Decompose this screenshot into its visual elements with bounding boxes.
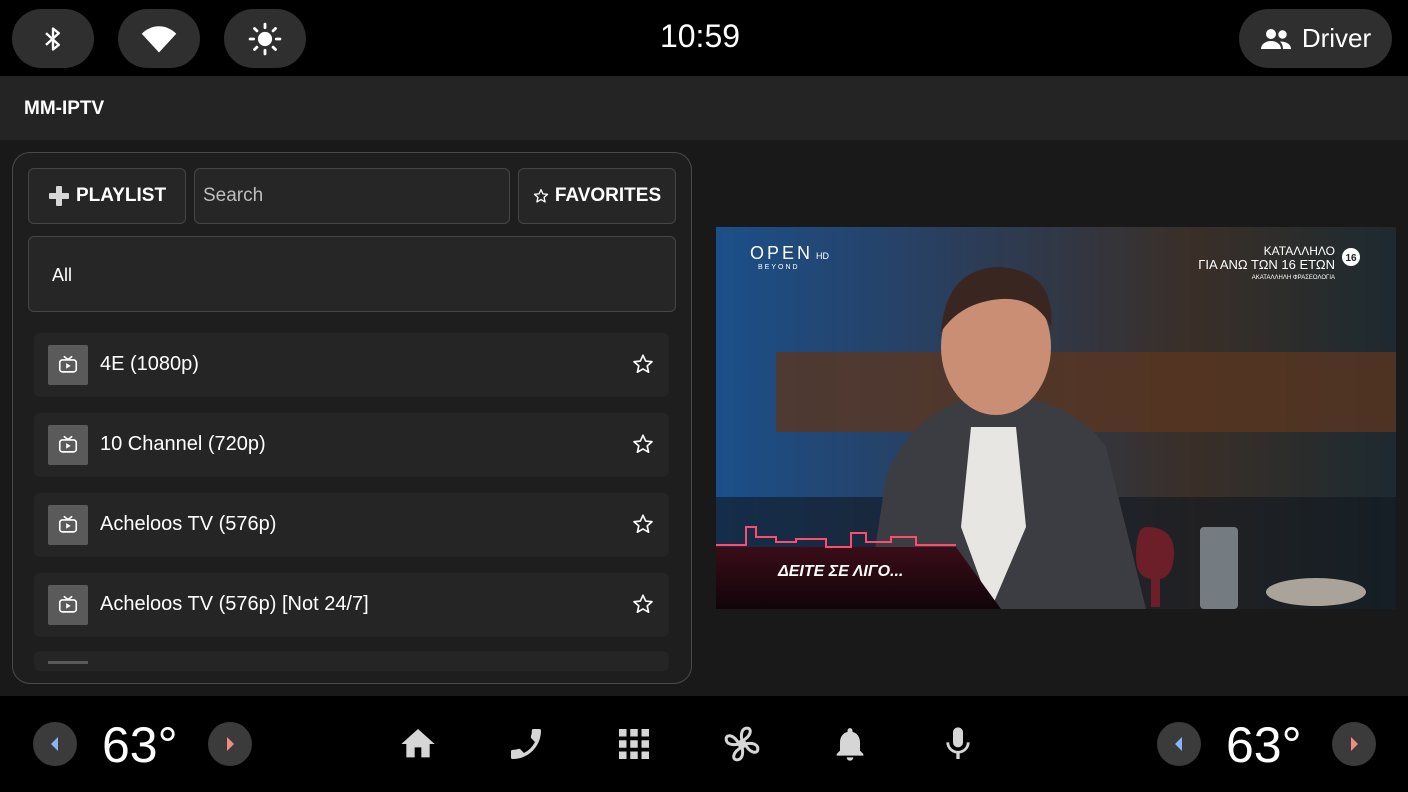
profile-label: Driver [1301, 23, 1372, 53]
apps-grid-icon [619, 729, 649, 759]
bluetooth-button[interactable] [12, 9, 94, 68]
tv-icon [48, 505, 88, 545]
left-temp-down-button[interactable] [33, 722, 77, 766]
right-temperature: 63° [1226, 717, 1302, 773]
tv-icon [48, 425, 88, 465]
chevron-left-icon [51, 737, 58, 751]
wifi-icon [141, 25, 177, 52]
app-bar: MM-IPTV [0, 76, 1408, 140]
right-temp-down-button[interactable] [1157, 722, 1201, 766]
rating-line-2: ΓΙΑ ΑΝΩ ΤΩΝ 16 ΕΤΩΝ [1198, 257, 1335, 272]
notifications-button[interactable] [830, 724, 870, 769]
bell-icon [836, 728, 864, 761]
rating-badge: 16 [1345, 253, 1357, 264]
favorite-star-icon[interactable] [632, 353, 654, 380]
search-input[interactable] [194, 168, 510, 224]
channel-name: Acheloos TV (576p) [100, 513, 277, 535]
phone-icon [511, 729, 541, 759]
tv-icon [48, 345, 88, 385]
brightness-icon [248, 22, 282, 55]
tv-icon [48, 585, 88, 625]
rating-line-1: ΚΑΤΑΛΛΗΛΟ [1264, 244, 1335, 258]
app-title: MM-IPTV [24, 98, 105, 119]
channel-panel: PLAYLIST FAVORITES All 4E (1080p) 10 Chan… [12, 152, 692, 684]
clock: 10:59 [659, 18, 741, 54]
favorites-button[interactable]: FAVORITES [518, 168, 676, 224]
profile-button[interactable]: Driver [1239, 9, 1392, 68]
status-bar: 10:59 Driver [0, 0, 1408, 76]
screen: 10:59 Driver MM-IPTV PLAYLIST FAVORITES [0, 0, 1408, 792]
list-item[interactable]: Acheloos TV (576p) [34, 493, 669, 557]
chevron-left-icon [1175, 737, 1182, 751]
favorite-star-icon[interactable] [632, 513, 654, 540]
add-playlist-button[interactable]: PLAYLIST [28, 168, 186, 224]
star-icon [533, 189, 549, 203]
channel-logo-text: OPEN [750, 243, 813, 263]
favorite-star-icon[interactable] [632, 433, 654, 460]
video-frame: ΔΕΙΤΕ ΣΕ ΛΙΓΟ... OPEN HD BEYOND ΚΑΤΑΛΛΗΛ… [716, 227, 1396, 609]
system-nav-bar: 63° 63° [0, 696, 1408, 792]
people-icon [1260, 28, 1291, 49]
list-item[interactable]: Acheloos TV (576p) [Not 24/7] [34, 573, 669, 637]
chevron-right-icon [227, 737, 234, 751]
bluetooth-icon [45, 26, 60, 51]
list-item[interactable]: 10 Channel (720p) [34, 413, 669, 477]
channel-name: 4E (1080p) [100, 353, 199, 375]
video-caption: ΔΕΙΤΕ ΣΕ ΛΙΓΟ... [777, 563, 903, 580]
channel-logo-hd: HD [816, 251, 829, 261]
left-temp-up-button[interactable] [208, 722, 252, 766]
voice-button[interactable] [938, 724, 978, 769]
plus-icon [48, 186, 69, 206]
group-filter-value: All [52, 265, 73, 285]
brightness-button[interactable] [224, 9, 306, 68]
chevron-right-icon [1351, 737, 1358, 751]
home-icon [401, 729, 435, 758]
channel-logo-sub: BEYOND [758, 264, 800, 271]
fan-icon [724, 726, 760, 762]
right-temp-up-button[interactable] [1332, 722, 1376, 766]
rating-line-3: ΑΚΑΤΑΛΛΗΛΗ ΦΡΑΣΕΟΛΟΓΙΑ [1252, 275, 1335, 281]
channel-name: Acheloos TV (576p) [Not 24/7] [100, 593, 369, 615]
channel-name: 10 Channel (720p) [100, 433, 266, 455]
favorite-star-icon[interactable] [632, 593, 654, 620]
home-button[interactable] [398, 724, 438, 769]
list-item[interactable] [34, 651, 669, 671]
apps-button[interactable] [614, 724, 654, 769]
mic-icon [946, 727, 970, 759]
favorites-label: FAVORITES [554, 185, 662, 206]
hvac-button[interactable] [722, 724, 762, 769]
tv-icon [48, 661, 88, 664]
playlist-label: PLAYLIST [75, 185, 167, 206]
video-player[interactable]: ΔΕΙΤΕ ΣΕ ΛΙΓΟ... OPEN HD BEYOND ΚΑΤΑΛΛΗΛ… [716, 227, 1396, 609]
list-item[interactable]: 4E (1080p) [34, 333, 669, 397]
wifi-button[interactable] [118, 9, 200, 68]
group-filter-select[interactable]: All [28, 236, 676, 312]
phone-button[interactable] [506, 724, 546, 769]
left-temperature: 63° [102, 717, 178, 773]
main-content: PLAYLIST FAVORITES All 4E (1080p) 10 Chan… [0, 140, 1408, 696]
